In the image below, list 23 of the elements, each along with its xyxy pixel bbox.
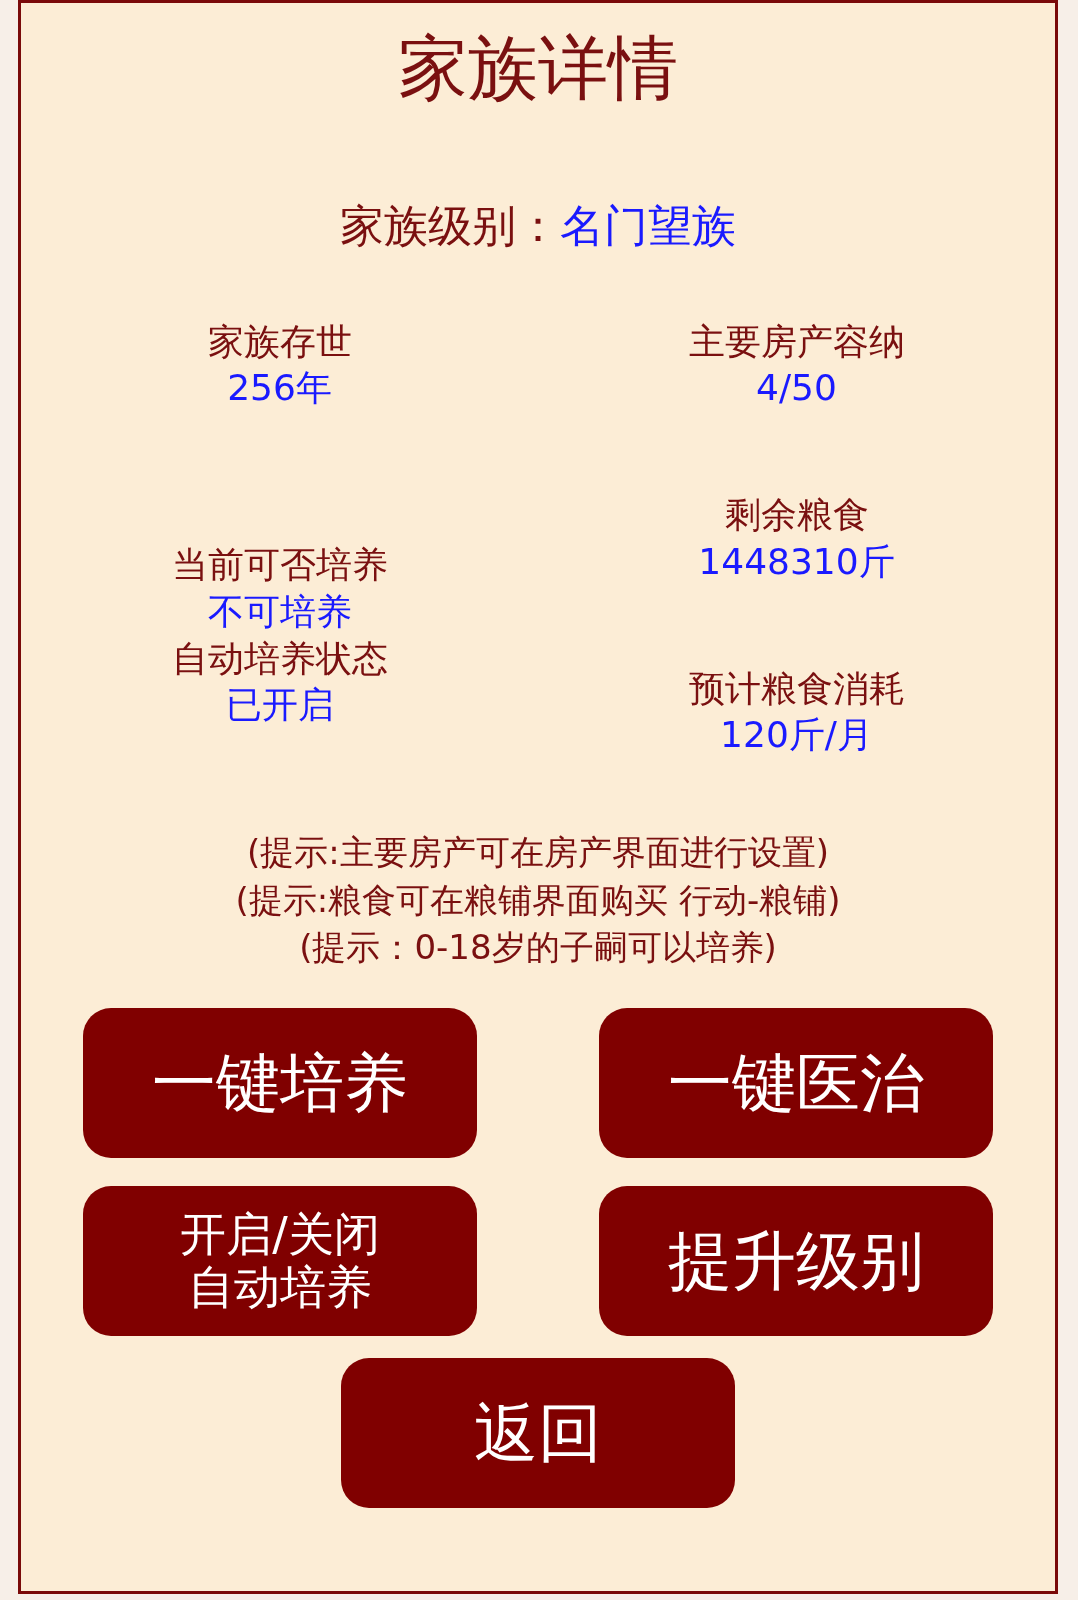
hint-text: (提示:粮食可在粮铺界面购买 行动-粮铺)	[235, 878, 841, 922]
stat-label: 预计粮食消耗	[688, 666, 905, 711]
hint-text: (提示:主要房产可在房产界面进行设置)	[247, 831, 829, 875]
stat-label: 剩余粮食	[724, 493, 869, 538]
stat-value: 4/50	[756, 366, 837, 411]
stat-value: 120斤/月	[720, 713, 873, 758]
level-label: 家族级别：	[340, 198, 560, 253]
stat-label: 自动培养状态	[171, 636, 388, 681]
level-value: 名门望族	[560, 198, 736, 253]
stat-value: 不可培养	[207, 589, 352, 634]
action-button[interactable]: 一键培养	[83, 1008, 477, 1159]
stat-label: 当前可否培养	[171, 543, 388, 588]
stat-label: 主要房产容纳	[688, 319, 905, 364]
action-button[interactable]: 一键医治	[599, 1008, 993, 1159]
stat-value: 1448310斤	[698, 539, 895, 584]
back-button[interactable]: 返回	[341, 1358, 735, 1509]
action-button[interactable]: 开启/关闭 自动培养	[83, 1186, 477, 1337]
action-button[interactable]: 提升级别	[599, 1186, 993, 1337]
hint-text: (提示：0-18岁的子嗣可以培养)	[299, 926, 777, 970]
dialog-title: 家族详情	[398, 26, 678, 111]
stat-label: 家族存世	[207, 319, 352, 364]
stat-value: 256年	[227, 366, 332, 411]
stat-value: 已开启	[225, 683, 334, 728]
